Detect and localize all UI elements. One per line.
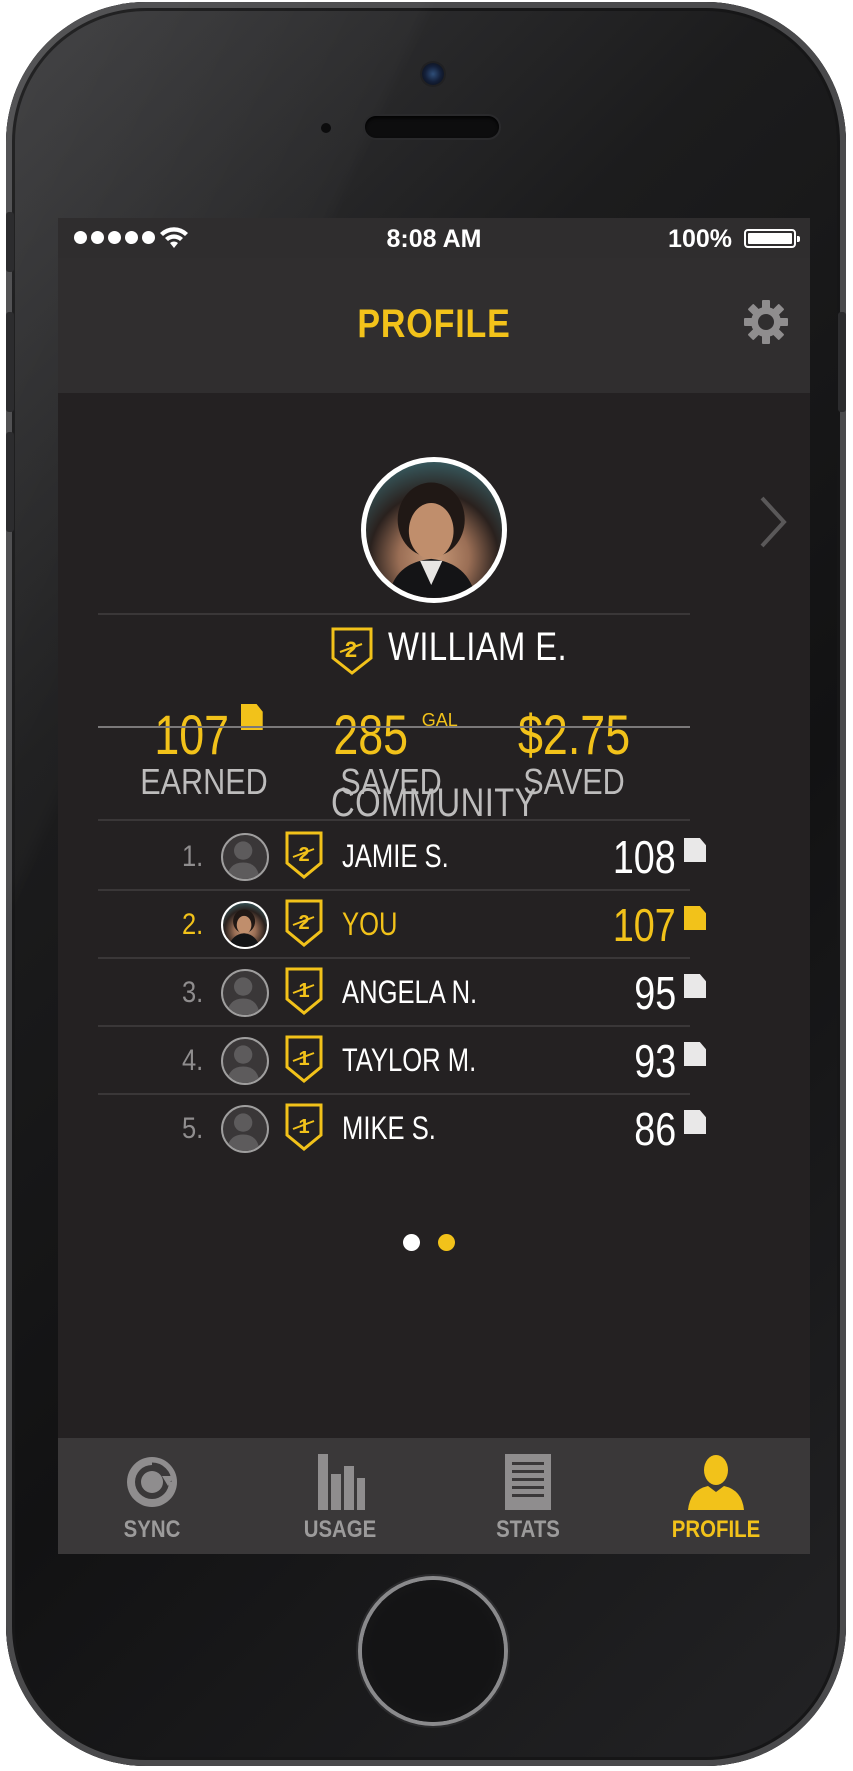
- profile-avatar[interactable]: [361, 457, 507, 603]
- community-row[interactable]: 1. 2 JAMIE S. 108: [148, 822, 760, 890]
- user-score: 107: [613, 899, 676, 951]
- bar-chart-icon: [318, 1454, 365, 1510]
- divider: [98, 726, 690, 728]
- user-name: YOU: [342, 906, 398, 942]
- document-icon: [505, 1454, 551, 1510]
- user-name: ANGELA N.: [342, 974, 478, 1010]
- coin-icon: [684, 906, 706, 930]
- community-row[interactable]: 5. 1 MIKE S. 86: [148, 1094, 760, 1162]
- sync-icon: [127, 1457, 177, 1507]
- rank-number: 1.: [182, 840, 204, 873]
- volume-down-button[interactable]: [6, 432, 14, 532]
- user-score: 95: [634, 967, 676, 1019]
- community-row[interactable]: 4. 1 TAYLOR M. 93: [148, 1026, 760, 1094]
- user-score: 86: [634, 1103, 676, 1155]
- coin-icon: [684, 974, 706, 998]
- tab-profile-label: PROFILE: [671, 1516, 761, 1543]
- chevron-right-icon[interactable]: [758, 494, 788, 550]
- user-name: TAYLOR M.: [342, 1042, 477, 1078]
- user-score: 108: [613, 831, 676, 883]
- nav-bar: PROFILE: [58, 258, 810, 393]
- community-row[interactable]: 3. 1 ANGELA N. 95: [148, 958, 760, 1026]
- coin-icon: [684, 1042, 706, 1066]
- level-badge-icon: 1: [285, 1103, 323, 1151]
- user-avatar[interactable]: [221, 833, 269, 881]
- level-badge-icon: 2: [285, 899, 323, 947]
- user-name: JAMIE S.: [342, 838, 449, 874]
- tab-stats[interactable]: STATS: [434, 1438, 622, 1554]
- user-score: 93: [634, 1035, 676, 1087]
- tab-bar: SYNC USAGE STATS PROFILE: [58, 1438, 810, 1554]
- level-badge-icon: 1: [285, 1035, 323, 1083]
- volume-up-button[interactable]: [6, 312, 14, 412]
- page-dot-active[interactable]: [438, 1234, 455, 1251]
- tab-usage[interactable]: USAGE: [246, 1438, 434, 1554]
- proximity-sensor: [321, 123, 331, 133]
- gear-icon[interactable]: [742, 298, 790, 346]
- coin-icon: [684, 1110, 706, 1134]
- coin-icon: [684, 838, 706, 862]
- page-indicator: [403, 1234, 455, 1251]
- stat-money-value: $2.75: [517, 703, 631, 766]
- home-button[interactable]: [362, 1580, 504, 1722]
- front-camera: [422, 63, 444, 85]
- level-badge-icon: 2: [285, 831, 323, 879]
- screen: 8:08 AM 100% PROFILE 2 WILLIAM E. 107 EA…: [58, 218, 810, 1554]
- tab-sync[interactable]: SYNC: [58, 1438, 246, 1554]
- divider: [98, 613, 690, 615]
- mute-switch[interactable]: [6, 212, 14, 272]
- power-button[interactable]: [838, 312, 846, 412]
- user-avatar[interactable]: [221, 1037, 269, 1085]
- community-row[interactable]: 2. 2 YOU 107: [148, 890, 760, 958]
- page-title: PROFILE: [357, 302, 511, 346]
- person-icon: [688, 1455, 744, 1510]
- rank-number: 5.: [182, 1112, 204, 1145]
- user-avatar[interactable]: [221, 1105, 269, 1153]
- user-name: MIKE S.: [342, 1110, 436, 1146]
- battery-icon: [744, 229, 800, 248]
- level-badge-icon: 2: [331, 627, 373, 675]
- profile-name: WILLIAM E.: [388, 625, 568, 669]
- stat-gallons-value: 285: [333, 703, 409, 766]
- user-avatar[interactable]: [221, 901, 269, 949]
- level-badge-icon: 1: [285, 967, 323, 1015]
- tab-usage-label: USAGE: [303, 1516, 377, 1543]
- battery-percent: 100%: [668, 225, 732, 253]
- divider: [98, 819, 690, 821]
- rank-number: 4.: [182, 1044, 204, 1077]
- status-bar: 8:08 AM 100%: [58, 218, 810, 258]
- rank-number: 2.: [182, 908, 204, 941]
- earpiece-speaker: [365, 116, 499, 138]
- page-dot[interactable]: [403, 1234, 420, 1251]
- phone-frame: 8:08 AM 100% PROFILE 2 WILLIAM E. 107 EA…: [6, 2, 846, 1766]
- tab-stats-label: STATS: [496, 1516, 560, 1543]
- stat-earned-value: 107: [154, 703, 230, 766]
- rank-number: 3.: [182, 976, 204, 1009]
- user-avatar[interactable]: [221, 969, 269, 1017]
- tab-sync-label: SYNC: [123, 1516, 181, 1543]
- tab-profile[interactable]: PROFILE: [622, 1438, 810, 1554]
